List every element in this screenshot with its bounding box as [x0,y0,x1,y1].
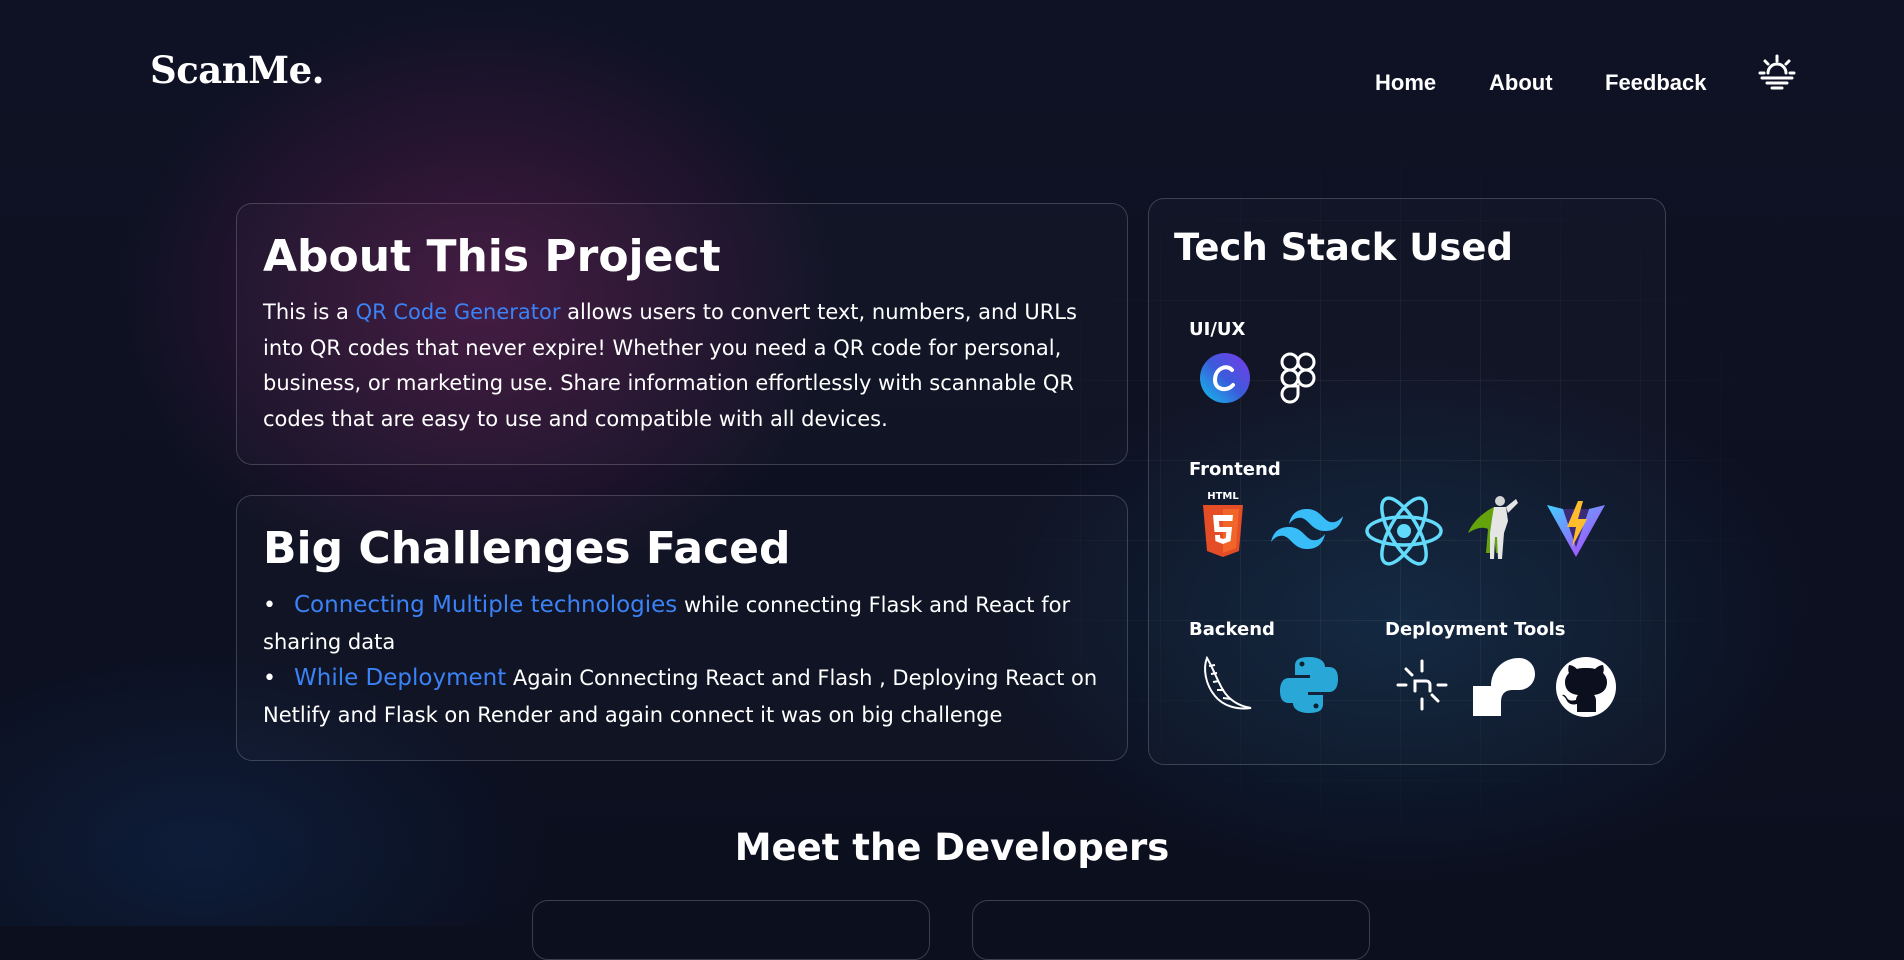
site-logo[interactable]: ScanMe. [150,48,325,92]
developer-card [972,900,1370,960]
figma-icon [1279,351,1317,409]
challenges-card: Big Challenges Faced • Connecting Multipl… [236,495,1128,761]
qr-generator-link[interactable]: QR Code Generator [356,300,561,324]
challenges-title: Big Challenges Faced [263,523,791,574]
section-label-backend: Backend [1189,619,1275,640]
bullet-icon: • [263,593,276,618]
nav-feedback[interactable]: Feedback [1605,70,1707,96]
github-icon [1555,656,1617,722]
canva-icon [1199,352,1251,408]
sun-horizon-icon[interactable] [1757,53,1797,93]
netlify-icon [1396,659,1448,715]
list-item: • Connecting Multiple technologies while … [263,587,1101,660]
render-icon [1473,656,1535,720]
tech-stack-card: Tech Stack Used UI/UX Frontend HTML Back… [1148,198,1666,765]
react-icon [1364,495,1444,571]
challenges-list: • Connecting Multiple technologies while … [263,587,1101,733]
flask-icon [1199,654,1255,718]
section-label-uiux: UI/UX [1189,319,1246,340]
html-caption: HTML [1207,491,1239,502]
list-item: • While Deployment Again Connecting React… [263,660,1101,733]
about-title: About This Project [263,231,721,282]
superhero-icon [1464,493,1524,567]
section-label-frontend: Frontend [1189,459,1281,480]
vite-icon [1545,497,1607,563]
about-card: About This Project This is a QR Code Gen… [236,203,1128,465]
about-text-start: This is a [263,300,356,324]
html5-icon: HTML [1199,491,1247,563]
developer-card [532,900,930,960]
tech-stack-title: Tech Stack Used [1174,226,1513,269]
bullet-icon: • [263,666,276,691]
nav-about[interactable]: About [1489,70,1553,96]
about-description: This is a QR Code Generator allows users… [263,295,1101,437]
challenge-highlight: While Deployment [294,665,507,691]
tailwind-icon [1271,507,1343,555]
section-label-deployment: Deployment Tools [1385,619,1566,640]
developers-title: Meet the Developers [734,826,1170,869]
nav-home[interactable]: Home [1375,70,1436,96]
challenge-highlight: Connecting Multiple technologies [294,592,678,618]
python-icon [1279,655,1339,719]
